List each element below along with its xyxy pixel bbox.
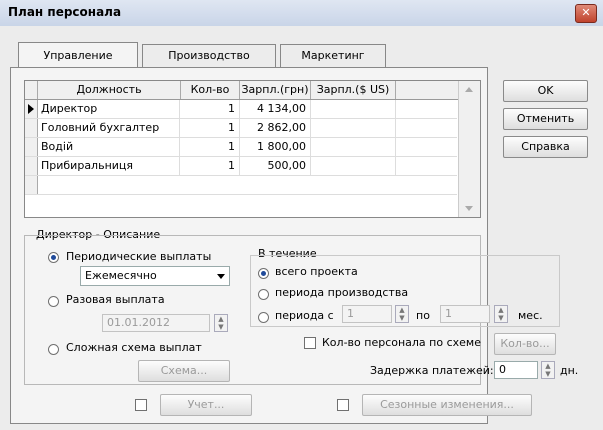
staff-count-button[interactable]: Кол-во...	[494, 333, 556, 355]
period-from-radio[interactable]	[258, 312, 269, 323]
table-row[interactable]: Прибиральниця 1 500,00	[25, 157, 457, 176]
period-to-spinner[interactable]: ▲ ▼	[494, 305, 508, 323]
scheme-button[interactable]: Схема...	[138, 360, 230, 382]
table-header: Должность Кол-во Зарпл.(грн) Зарпл.($ US…	[25, 81, 480, 100]
delay-unit-label: дн.	[560, 364, 579, 377]
row-selector[interactable]	[25, 138, 38, 156]
tab-management-label: Управление	[43, 49, 113, 62]
cell-salary-usd[interactable]	[311, 119, 396, 137]
tab-marketing[interactable]: Маркетинг	[280, 44, 386, 67]
production-period-label[interactable]: периода производства	[275, 286, 408, 299]
period-from-spinner[interactable]: ▲ ▼	[395, 305, 409, 323]
header-position[interactable]: Должность	[38, 81, 181, 99]
cell-salary-uah[interactable]: 500,00	[240, 157, 311, 175]
account-checkbox[interactable]	[135, 399, 147, 411]
header-salary-usd[interactable]: Зарпл.($ US)	[311, 81, 396, 99]
cancel-button[interactable]: Отменить	[503, 108, 588, 130]
staff-by-scheme-label[interactable]: Кол-во персонала по схеме	[322, 336, 481, 349]
periodicity-value: Ежемесячно	[85, 269, 157, 282]
cell-salary-usd[interactable]	[311, 157, 396, 175]
staff-by-scheme-checkbox[interactable]	[304, 337, 316, 349]
staff-table: Должность Кол-во Зарпл.(грн) Зарпл.($ US…	[24, 80, 481, 218]
cell-position[interactable]: Прибиральниця	[38, 157, 180, 175]
delay-label: Задержка платежей:	[370, 364, 494, 377]
seasonal-checkbox[interactable]	[337, 399, 349, 411]
periodicity-select[interactable]: Ежемесячно	[80, 266, 230, 286]
row-selector[interactable]	[25, 157, 38, 175]
tab-production[interactable]: Производство	[142, 44, 276, 67]
tab-production-label: Производство	[168, 49, 250, 62]
periodic-label[interactable]: Периодические выплаты	[66, 250, 211, 263]
chevron-down-icon[interactable]	[217, 274, 225, 279]
window-title: План персонала	[8, 5, 122, 19]
complex-scheme-label[interactable]: Сложная схема выплат	[66, 341, 202, 354]
whole-project-label[interactable]: всего проекта	[275, 265, 358, 278]
header-corner	[25, 81, 38, 99]
account-button[interactable]: Учет...	[160, 394, 252, 416]
cell-qty[interactable]: 1	[181, 138, 240, 156]
tab-marketing-label: Маркетинг	[301, 49, 365, 62]
table-vertical-scrollbar[interactable]	[458, 81, 480, 217]
cell-position[interactable]: Директор	[38, 100, 180, 118]
row-selector[interactable]	[25, 176, 38, 194]
scroll-down-icon[interactable]	[465, 206, 473, 211]
period-unit-label: мес.	[518, 309, 543, 322]
cell-position[interactable]: Головний бухгалтер	[38, 119, 180, 137]
title-bar: План персонала ✕	[0, 0, 603, 27]
cell-qty[interactable]: 1	[181, 100, 240, 118]
cell-salary-uah[interactable]: 4 134,00	[240, 100, 311, 118]
help-button[interactable]: Справка	[503, 136, 588, 158]
one-time-radio[interactable]	[48, 296, 59, 307]
complex-scheme-radio[interactable]	[48, 344, 59, 355]
cell-salary-usd[interactable]	[311, 100, 396, 118]
row-selector[interactable]	[25, 100, 38, 118]
cell-position[interactable]: Водій	[38, 138, 180, 156]
ok-button[interactable]: OK	[503, 80, 588, 102]
period-from-input[interactable]: 1	[342, 305, 392, 323]
delay-spinner[interactable]: ▲ ▼	[541, 361, 555, 379]
whole-project-radio[interactable]	[258, 268, 269, 279]
tab-management[interactable]: Управление	[18, 42, 138, 67]
one-time-date-input[interactable]: 01.01.2012	[102, 314, 210, 332]
cell-qty[interactable]: 1	[181, 157, 240, 175]
close-icon: ✕	[581, 6, 591, 19]
periodic-radio[interactable]	[48, 252, 59, 263]
cell-qty[interactable]: 1	[181, 119, 240, 137]
header-salary-uah[interactable]: Зарпл.(грн)	[240, 81, 311, 99]
table-row-empty[interactable]	[25, 176, 457, 195]
cell-salary-uah[interactable]: 1 800,00	[240, 138, 311, 156]
row-selector[interactable]	[25, 119, 38, 137]
scroll-up-icon[interactable]	[465, 87, 473, 92]
period-to-input[interactable]: 1	[440, 305, 490, 323]
table-row[interactable]: Директор 1 4 134,00	[25, 100, 457, 119]
one-time-label[interactable]: Разовая выплата	[66, 293, 165, 306]
production-period-radio[interactable]	[258, 289, 269, 300]
table-row[interactable]: Головний бухгалтер 1 2 862,00	[25, 119, 457, 138]
close-button[interactable]: ✕	[575, 4, 597, 23]
current-row-icon	[28, 104, 34, 114]
header-qty[interactable]: Кол-во	[181, 81, 240, 99]
period-to-label: по	[416, 309, 430, 322]
cell-salary-uah[interactable]: 2 862,00	[240, 119, 311, 137]
delay-input[interactable]: 0	[494, 361, 538, 379]
table-row[interactable]: Водій 1 1 800,00	[25, 138, 457, 157]
date-spinner[interactable]: ▲ ▼	[214, 314, 228, 332]
period-from-label[interactable]: периода с	[275, 309, 334, 322]
cell-salary-usd[interactable]	[311, 138, 396, 156]
seasonal-changes-button[interactable]: Сезонные изменения...	[362, 394, 532, 416]
